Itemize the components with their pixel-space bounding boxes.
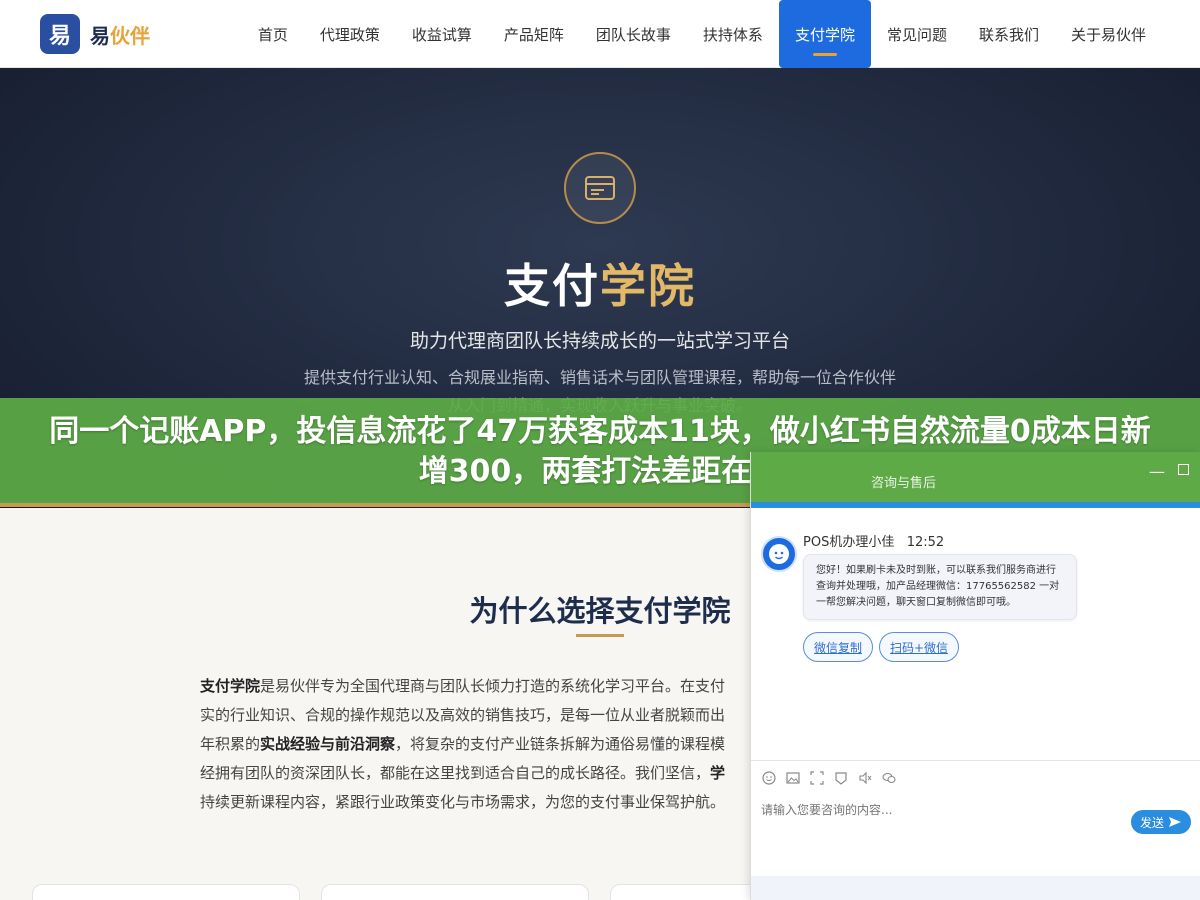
agent-name-text: POS机办理小佳 xyxy=(803,535,895,550)
nav-item-payment-academy[interactable]: 支付学院 xyxy=(778,0,871,68)
section-line-5: 持续更新课程内容，紧跟行业政策变化与市场需求，为您的支付事业保驾护航。 xyxy=(200,793,726,811)
section-line-4: 经拥有团队的资深团队长，都能在这里找到适合自己的成长路径。我们坚信，学 xyxy=(200,759,760,788)
section-line-1: 支付学院是易伙伴专为全国代理商与团队长倾力打造的系统化学习平台。在支付 xyxy=(200,672,760,701)
chat-toolbar xyxy=(761,770,897,786)
hero-subtitle: 助力代理商团队长持续成长的一站式学习平台 xyxy=(409,330,790,352)
main-nav: 首页 代理政策 收益试算 产品矩阵 团队长故事 扶持体系 支付学院 常见问题 联… xyxy=(242,0,1162,68)
chat-accent-bar xyxy=(751,502,1200,508)
feature-card[interactable] xyxy=(32,884,300,900)
nav-item-support-system[interactable]: 扶持体系 xyxy=(687,0,779,68)
chat-message-input[interactable] xyxy=(761,798,1121,822)
avatar xyxy=(761,536,797,572)
maximize-icon[interactable] xyxy=(1178,464,1189,475)
wechat-icon[interactable] xyxy=(881,770,897,786)
nav-item-about[interactable]: 关于易伙伴 xyxy=(1055,0,1162,68)
nav-item-contact[interactable]: 联系我们 xyxy=(963,0,1055,68)
rating-icon[interactable] xyxy=(833,770,849,786)
hero-title: 支付学院 xyxy=(0,250,1200,316)
message-bubble: 您好！如果刷卡未及时到账，可以联系我们服务商进行查询并处理哦，加产品经理微信：1… xyxy=(803,554,1077,620)
chat-widget: 咨询与售后 — POS机办理小佳 12:52 您好！如果刷卡未及时到账，可以联系… xyxy=(750,452,1200,900)
message-time: 12:52 xyxy=(906,535,945,550)
voice-icon[interactable] xyxy=(857,770,873,786)
section-p1: 是易伙伴专为全国代理商与团队长倾力打造的系统化学习平台。在支付 xyxy=(260,677,726,695)
site-header: 易 易伙伴 首页 代理政策 收益试算 产品矩阵 团队长故事 扶持体系 支付学院 … xyxy=(0,0,1200,68)
emoji-icon[interactable] xyxy=(761,770,777,786)
logo-text-prefix: 易 xyxy=(90,23,110,48)
logo-text-accent: 伙伴 xyxy=(110,23,150,48)
agent-face-icon xyxy=(769,544,789,564)
nav-item-products[interactable]: 产品矩阵 xyxy=(488,0,580,68)
section-p4-a: 经拥有团队的资深团队长，都能在这里找到适合自己的成长路径。我们坚信， xyxy=(200,764,711,782)
send-label: 发送 xyxy=(1139,815,1164,830)
section-p3-b: ，将复杂的支付产业链条拆解为通俗易懂的课程模 xyxy=(395,735,726,753)
section-line-3: 年积累的实战经验与前沿洞察，将复杂的支付产业链条拆解为通俗易懂的课程模 xyxy=(200,730,760,759)
chat-footer xyxy=(751,876,1200,900)
section-title: 为什么选择支付学院 xyxy=(469,594,731,628)
nav-item-home[interactable]: 首页 xyxy=(242,0,304,68)
section-body: 支付学院是易伙伴专为全国代理商与团队长倾力打造的系统化学习平台。在支付 实的行业… xyxy=(200,672,760,822)
minimize-icon[interactable]: — xyxy=(1149,462,1165,481)
logo-mark: 易 xyxy=(40,14,80,54)
section-p3-bold: 实战经验与前沿洞察 xyxy=(260,735,396,753)
scan-wechat-button[interactable]: 扫码+微信 xyxy=(879,632,960,662)
screenshot-icon[interactable] xyxy=(809,770,825,786)
copy-wechat-button[interactable]: 微信复制 xyxy=(803,632,874,662)
agent-name: POS机办理小佳 12:52 xyxy=(803,531,944,550)
logo[interactable]: 易 易伙伴 xyxy=(40,14,150,54)
send-button[interactable]: 发送 xyxy=(1131,810,1191,834)
chat-divider xyxy=(751,760,1200,761)
section-p1-bold: 支付学院 xyxy=(200,677,261,695)
chat-header-title: 咨询与售后 xyxy=(871,476,937,491)
section-title-underline xyxy=(576,634,624,637)
section-p4-bold: 学 xyxy=(710,764,726,782)
hero-title-accent: 学院 xyxy=(600,259,696,313)
image-icon[interactable] xyxy=(785,770,801,786)
send-arrow-icon xyxy=(1169,817,1181,827)
chat-header: 咨询与售后 — xyxy=(751,452,1200,502)
section-p3-a: 年积累的 xyxy=(200,735,261,753)
nav-item-leader-stories[interactable]: 团队长故事 xyxy=(580,0,687,68)
nav-item-faq[interactable]: 常见问题 xyxy=(871,0,963,68)
section-line-2: 实的行业知识、合规的操作规范以及高效的销售技巧，是每一位从业者脱颖而出 xyxy=(200,706,726,724)
hero-title-white: 支付 xyxy=(504,259,600,313)
logo-text: 易伙伴 xyxy=(90,20,150,49)
card-window-icon xyxy=(585,176,615,200)
nav-item-agent-policy[interactable]: 代理政策 xyxy=(304,0,396,68)
feature-card[interactable] xyxy=(321,884,589,900)
nav-item-earnings-calculator[interactable]: 收益试算 xyxy=(396,0,488,68)
hero-icon-ring xyxy=(564,152,636,224)
